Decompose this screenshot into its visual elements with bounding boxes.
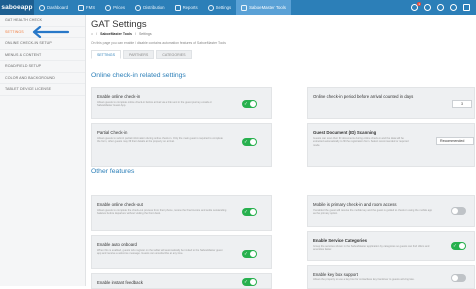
- card-description: When this is enabled, guests who registe…: [97, 249, 223, 256]
- topbar-actions: 1: [411, 0, 476, 15]
- sidebar-item-menus-content[interactable]: MENUS & CONTENT: [0, 50, 85, 61]
- notification-badge: 1: [417, 2, 421, 6]
- gear-icon: [207, 4, 214, 11]
- nav-fms[interactable]: FMS: [73, 0, 100, 15]
- breadcrumb-item[interactable]: SaboeMaster Tools: [100, 32, 132, 36]
- card-enable-service-categories: Enable Service Categories Group the serv…: [307, 231, 475, 261]
- nav-label: FMS: [86, 5, 96, 10]
- mail-icon[interactable]: [463, 4, 470, 11]
- search-icon[interactable]: [450, 4, 457, 11]
- nav-distribution[interactable]: Distribution: [130, 0, 170, 15]
- nav-label: Prices: [113, 5, 126, 10]
- top-navigation-bar: saboeapp Dashboard FMS Prices Distributi…: [0, 0, 476, 15]
- card-enable-online-checkout: Enable online check-out Allows guests to…: [91, 195, 272, 231]
- sidebar-item-gat-health-check[interactable]: GAT HEALTH CHECK: [0, 15, 85, 27]
- card-description: Allows guests to submit partial informat…: [97, 137, 223, 144]
- card-description: Allows guests to complete the check-out …: [97, 209, 227, 216]
- card-guest-document-scanning: Guest Document (ID) Scanning Guests can …: [307, 123, 475, 167]
- user-icon[interactable]: [437, 4, 444, 11]
- nav-reports[interactable]: Reports: [170, 0, 203, 15]
- nav-label: SaboeMaster Tools: [249, 5, 286, 10]
- app-logo[interactable]: saboeapp: [0, 0, 34, 15]
- card-enable-instant-feedback: Enable instant feedback: [91, 273, 272, 289]
- card-title: Mobile is primary check-in and room acce…: [313, 202, 397, 207]
- card-title: Online check-in period before arrival co…: [313, 94, 414, 99]
- nav-saboemaster-tools[interactable]: SaboeMaster Tools: [236, 0, 291, 15]
- nav-settings[interactable]: Settings: [203, 0, 237, 15]
- help-icon[interactable]: [424, 4, 431, 11]
- chart-icon: [174, 4, 181, 11]
- card-enable-key-box: Enable key box support Allows the proper…: [307, 265, 475, 289]
- card-description: Allows the property to use a key box for…: [313, 278, 415, 281]
- toggle-enable-instant-feedback[interactable]: [242, 278, 257, 286]
- tab-partners[interactable]: PARTNERS: [122, 50, 155, 59]
- card-checkin-period: Online check-in period before arrival co…: [307, 87, 475, 119]
- nav-label: Dashboard: [47, 5, 69, 10]
- nav-prices[interactable]: Prices: [100, 0, 130, 15]
- home-icon: [78, 4, 85, 11]
- nav-label: Distribution: [143, 5, 165, 10]
- sidebar-item-tablet-device-license[interactable]: TABLET DEVICE LICENSE: [0, 84, 85, 96]
- card-title: Enable instant feedback: [97, 280, 143, 285]
- card-enable-online-checkin: Enable online check-in Allows guests to …: [91, 87, 272, 119]
- card-description: Guests can scan their ID documents durin…: [313, 137, 409, 147]
- card-description: If enabled the guest will receive the mo…: [313, 209, 433, 216]
- bell-icon[interactable]: 1: [411, 2, 421, 11]
- breadcrumb-item: Settings: [138, 32, 152, 36]
- tab-bar: SETTINGS PARTNERS CATEGORIES: [91, 50, 192, 59]
- toggle-partial-checkin[interactable]: [242, 138, 257, 146]
- tools-icon: [241, 4, 248, 11]
- card-partial-checkin: Partial Check-in Allows guests to submit…: [91, 123, 272, 167]
- sidebar-item-road-field-setup[interactable]: ROAD/FIELD SETUP: [0, 61, 85, 73]
- toggle-enable-online-checkin[interactable]: [242, 100, 257, 108]
- nav-label: Reports: [182, 5, 198, 10]
- dashboard-icon: [39, 4, 45, 11]
- sidebar-item-color-background[interactable]: COLOR AND BACKGROUND: [0, 73, 85, 84]
- document-scanning-select[interactable]: Recommended: [436, 137, 474, 145]
- card-description: Allows guests to complete online check-i…: [97, 101, 212, 108]
- home-icon[interactable]: ⌂: [91, 32, 93, 36]
- nav-label: Settings: [215, 5, 232, 10]
- card-mobile-primary-checkin: Mobile is primary check-in and room acce…: [307, 195, 475, 227]
- distribution-icon: [135, 4, 142, 11]
- card-title: Enable auto onboard: [97, 242, 137, 247]
- sidebar-item-online-checkin-setup[interactable]: ONLINE CHECK-IN SETUP: [0, 38, 85, 50]
- page-subtitle: On this page you can enable / disable co…: [91, 41, 226, 45]
- card-title: Partial Check-in: [97, 130, 128, 135]
- card-description: Group the services shown in the SaboeMas…: [313, 245, 430, 252]
- card-title: Enable online check-out: [97, 202, 143, 207]
- card-title: Enable Service Categories: [313, 238, 367, 243]
- section-title-checkin: Online check-in related settings: [91, 72, 186, 79]
- tab-settings[interactable]: SETTINGS: [91, 50, 121, 59]
- toggle-enable-service-categories[interactable]: [451, 242, 466, 250]
- sidebar: GAT HEALTH CHECK SETTINGS ONLINE CHECK-I…: [0, 15, 86, 286]
- section-title-other-features: Other features: [91, 168, 135, 175]
- main-content: GAT Settings ⌂ / SaboeMaster Tools / Set…: [90, 15, 476, 289]
- card-title: Guest Document (ID) Scanning: [313, 130, 377, 135]
- tab-categories[interactable]: CATEGORIES: [156, 50, 192, 59]
- page-title: GAT Settings: [91, 19, 147, 30]
- checkin-period-input[interactable]: 3: [452, 100, 472, 108]
- card-title: Enable online check-in: [97, 94, 141, 99]
- breadcrumb: ⌂ / SaboeMaster Tools / Settings: [91, 32, 152, 36]
- toggle-enable-online-checkout[interactable]: [242, 208, 257, 216]
- card-enable-auto-onboard: Enable auto onboard When this is enabled…: [91, 235, 272, 269]
- nav-dashboard[interactable]: Dashboard: [34, 0, 73, 15]
- toggle-enable-auto-onboard[interactable]: [242, 250, 257, 258]
- tag-icon: [105, 4, 112, 11]
- toggle-mobile-primary-checkin[interactable]: [451, 207, 466, 215]
- arrow-left-icon: [32, 26, 70, 38]
- card-title: Enable key box support: [313, 272, 358, 277]
- toggle-enable-key-box[interactable]: [451, 274, 466, 282]
